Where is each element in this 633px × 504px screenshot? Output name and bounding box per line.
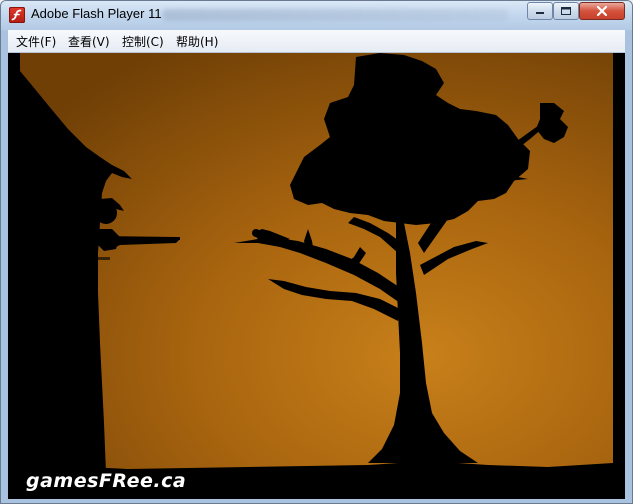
hunter-stripe (98, 257, 110, 260)
title-bar[interactable]: Adobe Flash Player 11 (1, 1, 632, 29)
flash-player-icon (9, 7, 25, 23)
minimize-button[interactable] (527, 2, 553, 20)
menu-view[interactable]: 查看(V) (68, 33, 110, 50)
close-button[interactable] (579, 2, 625, 20)
stage-border-right (613, 53, 625, 499)
menu-control[interactable]: 控制(C) (122, 33, 164, 50)
shotgun-barrel (128, 237, 180, 240)
gamesfree-logo: gamesFRee.ca (26, 470, 187, 492)
menu-file[interactable]: 文件(F) (16, 33, 56, 50)
game-stage[interactable]: gamesFRee.ca (8, 53, 625, 499)
maximize-icon (561, 7, 571, 15)
menu-help[interactable]: 帮助(H) (176, 33, 218, 50)
window-title: Adobe Flash Player 11 (31, 6, 162, 21)
bird-head (252, 229, 260, 237)
close-icon (596, 5, 608, 17)
sunset-sky (20, 53, 613, 473)
minimize-icon (536, 12, 544, 14)
flash-player-window: Adobe Flash Player 11 文件(F) 查看(V) 控制(C) … (0, 0, 633, 504)
maximize-button[interactable] (553, 2, 579, 20)
menu-bar: 文件(F) 查看(V) 控制(C) 帮助(H) (8, 30, 625, 53)
game-scene[interactable] (8, 53, 625, 499)
blurred-file-path (163, 9, 508, 21)
